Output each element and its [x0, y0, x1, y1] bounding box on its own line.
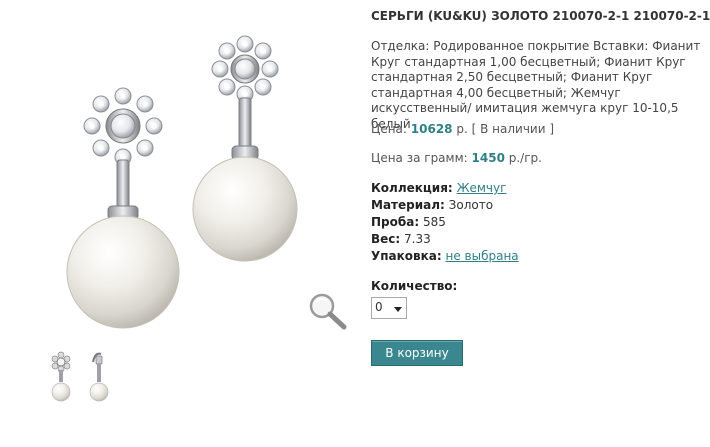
gram-price-unit: р./гр.: [508, 151, 542, 165]
quantity-value: 0: [375, 300, 383, 314]
add-to-cart-button[interactable]: В корзину: [371, 340, 463, 366]
product-description: Отделка: Родированное покрытие Вставки: …: [371, 39, 701, 131]
availability-badge: [ В наличии ]: [471, 122, 555, 136]
price-label: Цена:: [371, 122, 407, 136]
quantity-label: Количество:: [371, 279, 458, 293]
product-gallery: [0, 0, 355, 447]
product-title: СЕРЬГИ (KU&KU) ЗОЛОТО 210070-2-1 210070-…: [371, 9, 710, 23]
quantity-select[interactable]: 0: [371, 297, 407, 319]
magnifier-icon[interactable]: [306, 292, 350, 332]
gram-price-value: 1450: [471, 151, 505, 165]
material-value: Золото: [448, 198, 494, 212]
probe-value: 585: [422, 215, 446, 229]
product-main-image[interactable]: [20, 14, 350, 330]
weight-label: Вес:: [371, 232, 401, 246]
probe-label: Проба:: [371, 215, 420, 229]
weight-value: 7.33: [404, 232, 431, 246]
product-thumbnail[interactable]: [41, 348, 119, 408]
material-label: Материал:: [371, 198, 445, 212]
weight-row: Вес: 7.33: [371, 232, 431, 247]
package-link[interactable]: не выбрана: [446, 249, 519, 263]
right-earring: [192, 35, 298, 262]
price-currency: р.: [456, 122, 468, 136]
probe-row: Проба: 585: [371, 215, 446, 230]
collection-link[interactable]: Жемчуг: [457, 181, 507, 195]
gram-price-label: Цена за грамм:: [371, 151, 468, 165]
package-row: Упаковка: не выбрана: [371, 249, 519, 264]
collection-label: Коллекция:: [371, 181, 453, 195]
package-label: Упаковка:: [371, 249, 442, 263]
collection-row: Коллекция: Жемчуг: [371, 181, 506, 196]
price-line: Цена: 10628 р. [ В наличии ]: [371, 122, 554, 137]
left-earring: [66, 87, 180, 329]
gram-price-line: Цена за грамм: 1450 р./гр.: [371, 151, 542, 166]
material-row: Материал: Золото: [371, 198, 493, 213]
chevron-down-icon: [394, 307, 402, 312]
price-value: 10628: [410, 122, 453, 136]
